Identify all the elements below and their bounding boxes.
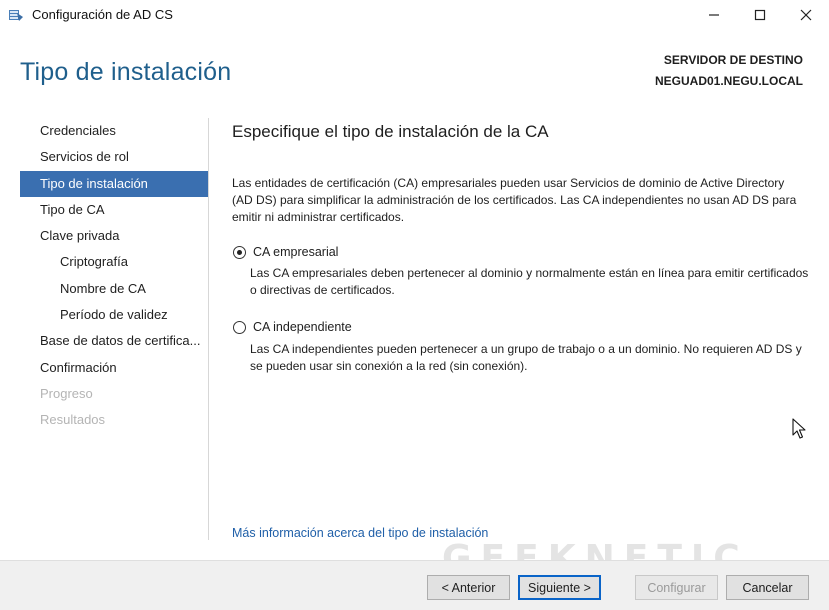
- back-button[interactable]: < Anterior: [427, 575, 510, 600]
- server-manager-icon: [9, 10, 23, 21]
- nav-item-confirmacion[interactable]: Confirmación: [20, 355, 208, 381]
- mouse-cursor-icon: [792, 418, 806, 439]
- maximize-button[interactable]: [737, 0, 783, 30]
- nav-item-base-de-datos[interactable]: Base de datos de certifica...: [20, 328, 208, 354]
- nav-item-tipo-de-instalacion[interactable]: Tipo de instalación: [20, 170, 208, 197]
- nav-item-nombre-de-ca[interactable]: Nombre de CA: [20, 276, 208, 302]
- nav-item-resultados: Resultados: [40, 412, 106, 428]
- radio-label-ca-empresarial[interactable]: CA empresarial: [253, 245, 338, 259]
- nav-divider: [208, 118, 209, 540]
- wizard-nav: Credenciales Servicios de rol Tipo de in…: [20, 118, 208, 434]
- next-button[interactable]: Siguiente >: [518, 575, 601, 600]
- destination-server-name: NEGUAD01.NEGU.LOCAL: [654, 74, 803, 88]
- nav-item-periodo-de-validez[interactable]: Período de validez: [20, 302, 208, 328]
- minimize-icon: [709, 14, 719, 16]
- radio-label-ca-independiente[interactable]: CA independiente: [253, 320, 352, 334]
- radio-ca-independiente[interactable]: CA independiente: [233, 320, 352, 334]
- radio-ca-empresarial[interactable]: CA empresarial: [233, 245, 338, 259]
- nav-item-criptografia[interactable]: Criptografía: [20, 249, 208, 275]
- destination-server-label: SERVIDOR DE DESTINO: [663, 53, 803, 67]
- radio-button-unchecked[interactable]: [233, 320, 246, 334]
- close-button[interactable]: [783, 0, 829, 30]
- content-heading: Especifique el tipo de instalación de la…: [232, 122, 549, 141]
- window-title: Configuración de AD CS: [32, 7, 173, 22]
- maximize-icon: [754, 9, 766, 21]
- close-icon: [800, 9, 812, 21]
- ca-independiente-description: Las CA independientes pueden pertenecer …: [250, 342, 802, 373]
- nav-item-credenciales[interactable]: Credenciales: [20, 118, 208, 144]
- intro-text: Las entidades de certificación (CA) empr…: [232, 176, 797, 224]
- cancel-button[interactable]: Cancelar: [726, 575, 809, 600]
- nav-item-tipo-de-ca[interactable]: Tipo de CA: [20, 197, 208, 223]
- configure-button: Configurar: [635, 575, 718, 600]
- nav-item-clave-privada[interactable]: Clave privada: [20, 223, 208, 249]
- page-title: Tipo de instalación: [20, 58, 232, 86]
- radio-button-checked[interactable]: [233, 245, 246, 259]
- title-bar: Configuración de AD CS: [0, 0, 829, 30]
- minimize-button[interactable]: [691, 0, 737, 30]
- ca-empresarial-description: Las CA empresariales deben pertenecer al…: [250, 266, 809, 297]
- nav-item-progreso: Progreso: [40, 385, 93, 401]
- nav-item-servicios-de-rol[interactable]: Servicios de rol: [20, 144, 208, 170]
